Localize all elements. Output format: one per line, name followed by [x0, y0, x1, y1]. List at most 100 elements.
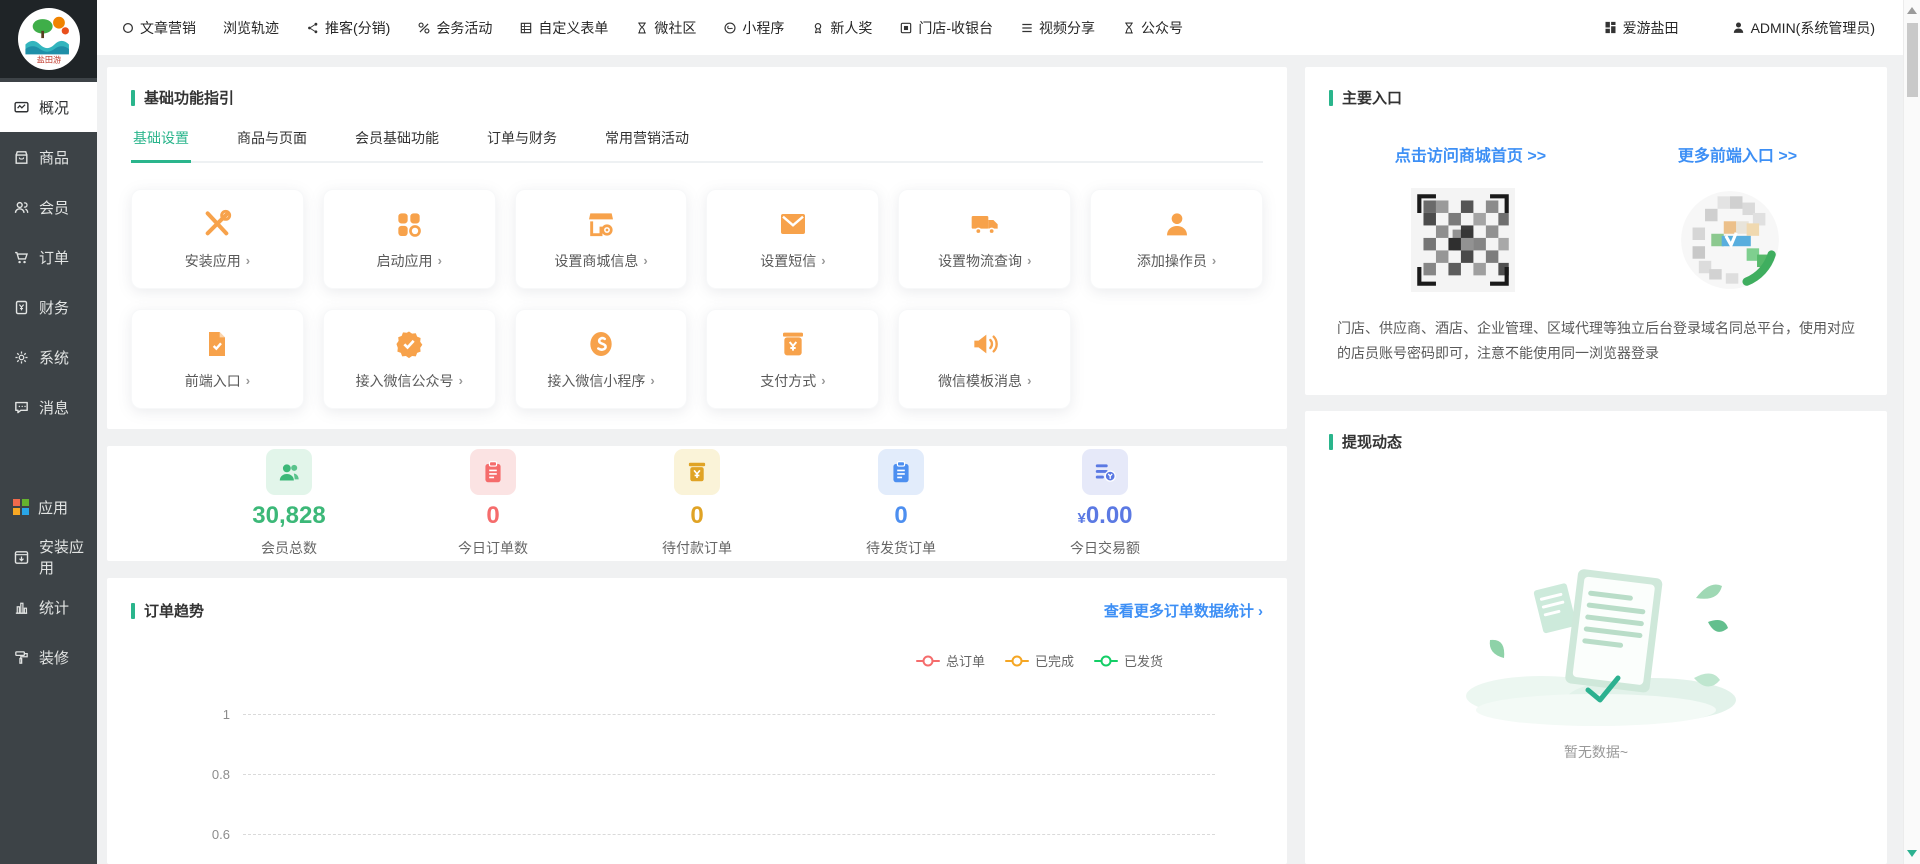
- guide-card: 基础功能指引 基础设置 商品与页面 会员基础功能 订单与财务 常用营销活动 安装…: [107, 67, 1287, 429]
- guide-card-label: 安装应用: [185, 251, 241, 271]
- overview-icon: [13, 99, 30, 116]
- top-nav-right: 爱游盐田 ADMIN(系统管理员): [1603, 18, 1875, 38]
- nav-video-share[interactable]: 视频分享: [1020, 18, 1095, 38]
- sidebar-item-apps[interactable]: 应用: [0, 482, 97, 532]
- chevron-right-icon: ›: [438, 253, 442, 268]
- decorate-icon: [13, 649, 30, 666]
- nav-official-account[interactable]: 公众号: [1122, 18, 1183, 38]
- legend-shipped[interactable]: 已发货: [1094, 651, 1163, 670]
- store-gear-icon: [585, 208, 617, 240]
- stat-today-orders: 0 今日订单数: [438, 449, 548, 557]
- guide-card-grid: 安装应用› 启动应用› 设置商城信息› 设置短信›: [131, 189, 1263, 409]
- guide-wechat-template-msg[interactable]: 微信模板消息›: [898, 309, 1071, 409]
- sidebar-item-decorate[interactable]: 装修: [0, 632, 97, 682]
- shop-switcher[interactable]: 爱游盐田: [1603, 18, 1679, 38]
- guide-wechat-miniprogram[interactable]: 接入微信小程序›: [515, 309, 688, 409]
- more-frontend-entry-link[interactable]: 更多前端入口 >>: [1678, 142, 1797, 166]
- guide-install-app[interactable]: 安装应用›: [131, 189, 304, 289]
- chevron-right-icon: ›: [246, 373, 250, 388]
- right-column: 主要入口 点击访问商城首页 >> 更多前端入口 >>: [1305, 67, 1887, 864]
- legend-total-orders[interactable]: 总订单: [916, 651, 985, 670]
- unpaid-orders-icon: [674, 449, 720, 495]
- tab-orders-finance[interactable]: 订单与财务: [485, 124, 559, 161]
- system-icon: [13, 349, 30, 366]
- sidebar-item-install-apps[interactable]: 安装应用: [0, 532, 97, 582]
- members-icon: [13, 199, 30, 216]
- chevron-right-icon: ›: [1212, 253, 1216, 268]
- tools-icon: [201, 208, 233, 240]
- scroll-thumb[interactable]: [1907, 23, 1918, 97]
- guide-mall-info[interactable]: 设置商城信息›: [515, 189, 688, 289]
- nav-label: 会务活动: [436, 18, 492, 38]
- frontend-entry-qr-code: [1678, 188, 1782, 292]
- guide-card-label: 支付方式: [760, 371, 816, 391]
- badge-check-icon: [393, 328, 425, 360]
- guide-sms[interactable]: 设置短信›: [706, 189, 879, 289]
- trend-title: 订单趋势: [131, 600, 204, 621]
- sidebar-item-system[interactable]: 系统: [0, 332, 97, 382]
- apps-icon: [13, 499, 29, 515]
- scroll-down-button[interactable]: [1907, 850, 1917, 857]
- guide-add-operator[interactable]: 添加操作员›: [1090, 189, 1263, 289]
- mall-homepage-link[interactable]: 点击访问商城首页 >>: [1395, 142, 1546, 166]
- payment-icon: [777, 328, 809, 360]
- legend-marker-icon: [1094, 660, 1118, 662]
- sidebar-item-messages[interactable]: 消息: [0, 382, 97, 432]
- sidebar-item-label: 商品: [39, 147, 69, 168]
- hourglass-icon: [1122, 21, 1136, 35]
- top-nav-items: 文章营销 浏览轨迹 推客(分销) 会务活动 自定义表单 微社区: [121, 18, 1183, 38]
- sidebar-item-goods[interactable]: 商品: [0, 132, 97, 182]
- more-order-stats-link[interactable]: 查看更多订单数据统计 ›: [1104, 600, 1263, 621]
- nav-store-pos[interactable]: 门店-收银台: [899, 18, 993, 38]
- sidebar-item-finance[interactable]: 财务: [0, 282, 97, 332]
- guide-frontend-entry[interactable]: 前端入口›: [131, 309, 304, 409]
- main-content: 基础功能指引 基础设置 商品与页面 会员基础功能 订单与财务 常用营销活动 安装…: [97, 55, 1903, 864]
- guide-card-label: 启动应用: [377, 251, 433, 271]
- tab-member-basics[interactable]: 会员基础功能: [353, 124, 441, 161]
- tab-marketing[interactable]: 常用营销活动: [603, 124, 691, 161]
- user-name: ADMIN(系统管理员): [1751, 18, 1875, 38]
- nav-article-marketing[interactable]: 文章营销: [121, 18, 196, 38]
- user-menu[interactable]: ADMIN(系统管理员): [1731, 18, 1875, 38]
- nav-custom-form[interactable]: 自定义表单: [519, 18, 608, 38]
- guide-payment[interactable]: 支付方式›: [706, 309, 879, 409]
- nav-label: 视频分享: [1039, 18, 1095, 38]
- empty-state-illustration: [1446, 538, 1746, 728]
- sidebar-item-label: 消息: [39, 397, 69, 418]
- mail-icon: [777, 208, 809, 240]
- nav-distribution[interactable]: 推客(分销): [306, 18, 390, 38]
- finance-icon: [13, 299, 30, 316]
- tab-goods-pages[interactable]: 商品与页面: [235, 124, 309, 161]
- sidebar-item-label: 概况: [39, 97, 69, 118]
- scrollbar[interactable]: [1903, 0, 1920, 864]
- sidebar-item-label: 订单: [39, 247, 69, 268]
- chart-legend: 总订单 已完成 已发货: [131, 651, 1163, 670]
- nav-newcomer-award[interactable]: 新人奖: [811, 18, 872, 38]
- sidebar-item-overview[interactable]: 概况: [0, 82, 97, 132]
- nav-mini-program[interactable]: 小程序: [723, 18, 784, 38]
- sidebar-item-label: 统计: [39, 597, 69, 618]
- nav-micro-community[interactable]: 微社区: [635, 18, 696, 38]
- entry-title: 主要入口: [1329, 87, 1863, 108]
- nav-conference[interactable]: 会务活动: [417, 18, 492, 38]
- install-apps-icon: [13, 549, 30, 566]
- sidebar-item-members[interactable]: 会员: [0, 182, 97, 232]
- guide-launch-app[interactable]: 启动应用 ›: [323, 189, 496, 289]
- members-stat-icon: [266, 449, 312, 495]
- stat-label: 会员总数: [261, 538, 317, 558]
- guide-logistics[interactable]: 设置物流查询›: [898, 189, 1071, 289]
- sidebar-item-orders[interactable]: 订单: [0, 232, 97, 282]
- guide-card-label: 接入微信小程序: [547, 371, 645, 391]
- sidebar-item-statistics[interactable]: 统计: [0, 582, 97, 632]
- link-icon: [417, 21, 431, 35]
- truck-icon: [969, 208, 1001, 240]
- link-s-icon: [585, 328, 617, 360]
- store-pos-icon: [899, 21, 913, 35]
- nav-browse-track[interactable]: 浏览轨迹: [223, 18, 279, 38]
- tab-basic-settings[interactable]: 基础设置: [131, 124, 191, 163]
- scroll-up-button[interactable]: [1907, 7, 1917, 14]
- guide-wechat-official[interactable]: 接入微信公众号›: [323, 309, 496, 409]
- nav-label: 自定义表单: [538, 18, 608, 38]
- legend-completed[interactable]: 已完成: [1005, 651, 1074, 670]
- y-axis-tick: 0.6: [131, 827, 243, 842]
